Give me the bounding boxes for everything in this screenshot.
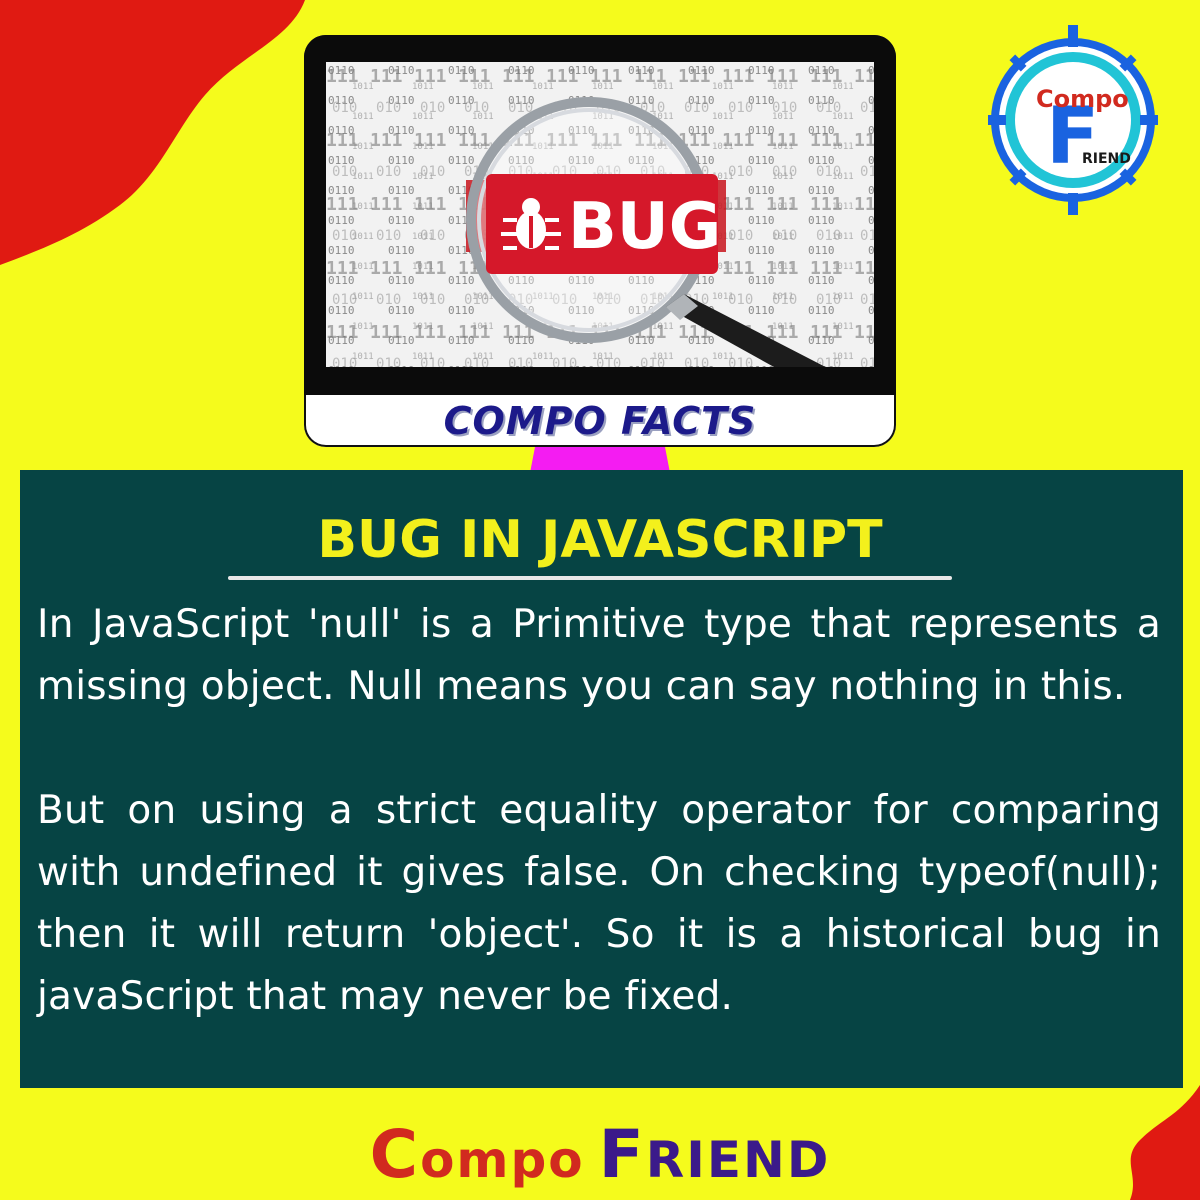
- footer-brand: Compo FRIEND: [0, 1118, 1200, 1197]
- fact-paragraph-1: In JavaScript 'null' is a Primitive type…: [37, 602, 1161, 709]
- monitor-caption: COMPO FACTS: [443, 399, 757, 443]
- brand-c: C: [369, 1116, 421, 1193]
- monitor: 0110 1011 111 010: [304, 35, 896, 447]
- brand-f: F: [598, 1116, 646, 1193]
- monitor-bezel: 0110 1011 111 010: [304, 35, 896, 395]
- bug-magnifier-illustration: 0110 1011 111 010: [326, 62, 874, 367]
- logo-top-word: Compo: [1036, 85, 1129, 113]
- brand-riend: RIEND: [645, 1131, 831, 1189]
- brand-ompo: ompo: [420, 1131, 585, 1189]
- monitor-screen: 0110 1011 111 010: [326, 62, 874, 367]
- top-left-red-splash: [0, 0, 305, 265]
- title-divider: [228, 576, 952, 580]
- fact-paragraph-2: But on using a strict equality operator …: [37, 788, 1161, 1019]
- fact-title: BUG IN JAVASCRIPT: [317, 510, 883, 570]
- fact-body: In JavaScript 'null' is a Primitive type…: [37, 594, 1161, 1028]
- compo-friend-logo: F Compo RIEND: [988, 25, 1158, 215]
- screen-badge-text: BUG: [568, 190, 721, 264]
- logo-bottom-word: RIEND: [1082, 151, 1131, 167]
